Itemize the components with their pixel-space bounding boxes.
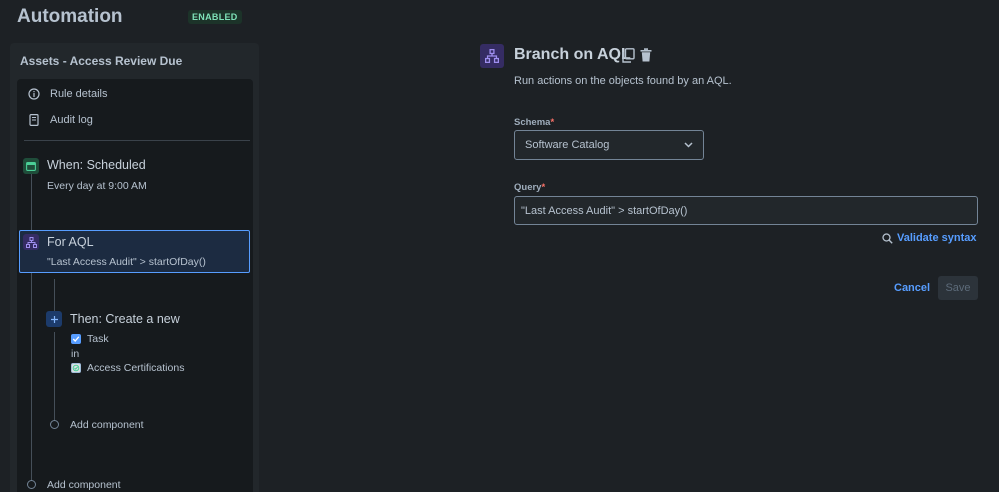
object-type-label: Task [87, 333, 109, 345]
query-label-text: Query [514, 182, 542, 193]
schema-label-text: Schema [514, 117, 551, 128]
audit-log-label: Audit log [50, 114, 93, 126]
menu-divider [24, 140, 250, 141]
query-field-label: Query* [514, 182, 545, 193]
copy-icon[interactable] [622, 48, 635, 68]
audit-log-link[interactable]: Audit log [27, 111, 93, 129]
schema-icon [71, 363, 81, 373]
action-title[interactable]: Then: Create a new [70, 312, 180, 326]
info-icon [27, 87, 41, 101]
validate-syntax-link[interactable]: Validate syntax [882, 232, 977, 244]
hierarchy-icon [480, 44, 504, 68]
query-input[interactable] [514, 196, 978, 225]
in-label: in [71, 348, 80, 360]
search-icon [882, 232, 893, 244]
rule-name: Assets - Access Review Due [20, 54, 183, 68]
add-component-outer[interactable]: Add component [47, 479, 121, 491]
chevron-down-icon [684, 139, 693, 151]
schema-select[interactable]: Software Catalog [514, 130, 704, 160]
rule-flow: Rule details Audit log When: Scheduled E… [17, 79, 253, 492]
rule-details-link[interactable]: Rule details [27, 85, 107, 103]
schema-row: Access Certifications [71, 362, 184, 374]
flow-connector [31, 174, 32, 234]
detail-actions [622, 48, 652, 68]
detail-description: Run actions on the objects found by an A… [514, 75, 732, 87]
schema-select-value: Software Catalog [525, 139, 610, 151]
calendar-icon [23, 158, 39, 174]
required-marker: * [541, 182, 546, 193]
flow-connector [31, 273, 32, 485]
add-component-dot [27, 480, 36, 489]
save-button[interactable]: Save [938, 276, 978, 300]
rule-details-label: Rule details [50, 88, 108, 100]
hierarchy-icon [23, 234, 39, 250]
cancel-button[interactable]: Cancel [888, 276, 936, 300]
trigger-schedule: Every day at 9:00 AM [47, 180, 147, 192]
required-marker: * [550, 117, 555, 128]
add-component-dot [50, 420, 59, 429]
validate-syntax-label: Validate syntax [897, 232, 977, 244]
object-type-row: Task [71, 333, 109, 345]
schema-field-label: Schema* [514, 117, 554, 128]
trash-icon[interactable] [640, 48, 652, 68]
status-badge: ENABLED [188, 10, 242, 24]
schema-label: Access Certifications [87, 362, 185, 374]
checkbox-icon [71, 334, 81, 344]
trigger-title[interactable]: When: Scheduled [47, 158, 146, 172]
app-title: Automation [17, 6, 123, 27]
branch-connector [54, 332, 55, 426]
add-component-inner[interactable]: Add component [70, 419, 144, 431]
detail-title: Branch on AQL [514, 46, 631, 63]
rule-panel: Assets - Access Review Due Rule details … [10, 43, 259, 492]
branch-title: For AQL [47, 235, 94, 249]
document-icon [27, 113, 41, 127]
branch-query: "Last Access Audit" > startOfDay() [47, 256, 206, 268]
plus-icon [46, 311, 62, 327]
